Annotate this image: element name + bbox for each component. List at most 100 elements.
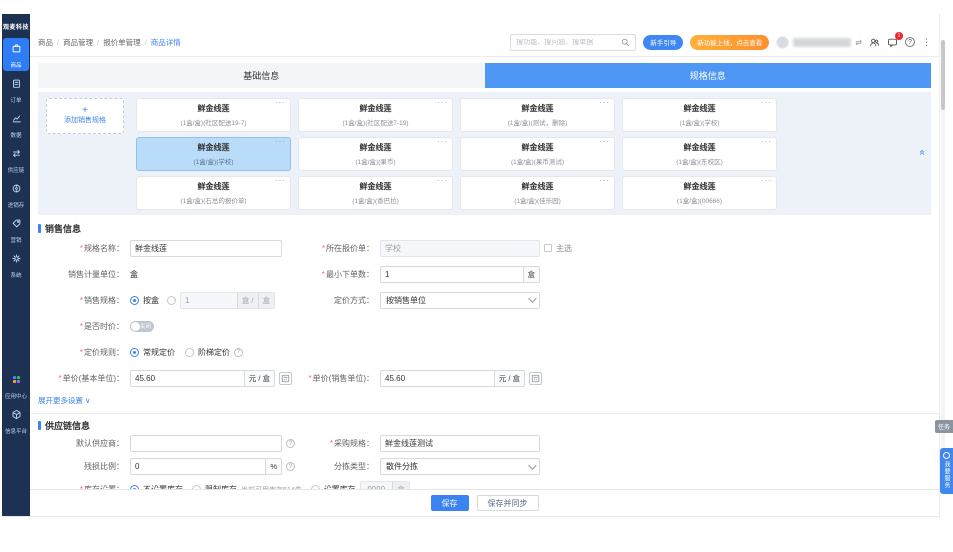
pricing-method-label: 定价方式： xyxy=(308,295,380,306)
spec-card[interactable]: ···鲜金线莲(1盒/盒)(佳乐园) xyxy=(460,176,615,210)
sidebar-item-info-platform[interactable]: 信息平台 xyxy=(3,404,29,437)
sidebar-item-data[interactable]: 数据 xyxy=(3,108,29,141)
card-more-icon[interactable]: ··· xyxy=(275,138,286,146)
search-input[interactable] xyxy=(516,39,621,46)
breadcrumb-goods-detail: 商品详情 xyxy=(141,37,181,48)
spec-card[interactable]: ···鲜金线莲(1盒/盒)(00666) xyxy=(622,176,777,210)
spec-card[interactable]: ···鲜金线莲(1盒/盒)(学校) xyxy=(622,98,777,132)
card-more-icon[interactable]: ··· xyxy=(761,177,772,185)
promo-button[interactable]: 新功能上线，点击查看 xyxy=(690,35,769,50)
card-more-icon[interactable]: ··· xyxy=(599,138,610,146)
form-row: 定价规则： 常规定价 阶梯定价 ? xyxy=(30,339,939,365)
spec-card[interactable]: ···鲜金线莲(1盒/盒)(果币测试) xyxy=(460,137,615,171)
card-more-icon[interactable]: ··· xyxy=(275,177,286,185)
spec-card[interactable]: ···鲜金线莲(1盒/盒)(测试，删除) xyxy=(460,98,615,132)
search-icon xyxy=(621,38,630,47)
card-more-icon[interactable]: ··· xyxy=(761,138,772,146)
price-rule-radio-tiered[interactable] xyxy=(185,348,194,357)
form-row: 规格名称： 所在报价单： 主选 xyxy=(30,235,939,261)
messages-icon[interactable]: 1 xyxy=(887,37,898,48)
tab-spec-info[interactable]: 规格信息 xyxy=(485,63,932,88)
pricing-method-select[interactable]: 按销售单位 xyxy=(380,292,540,309)
sidebar-item-goods[interactable]: 商品 xyxy=(3,38,29,71)
sale-price-input[interactable] xyxy=(381,371,494,386)
spec-card[interactable]: ···鲜金线莲(1盒/盒)(社区配送7-19) xyxy=(298,98,453,132)
quote-label: 所在报价单： xyxy=(308,243,380,254)
card-more-icon[interactable]: ··· xyxy=(275,99,286,107)
card-more-icon[interactable]: ··· xyxy=(437,99,448,107)
spec-name-input[interactable] xyxy=(131,241,281,256)
avatar[interactable] xyxy=(776,36,789,49)
user-account[interactable]: ⇄ xyxy=(776,36,862,49)
main-select-checkbox[interactable] xyxy=(544,244,552,252)
base-price-label: 单价(基本单位)： xyxy=(38,373,130,384)
breadcrumb-goods-mgmt[interactable]: 商品管理 xyxy=(53,37,93,48)
calculator-icon[interactable] xyxy=(529,372,542,385)
base-price-input[interactable] xyxy=(131,371,244,386)
collapse-panel-icon[interactable]: « xyxy=(917,150,928,156)
user-name-redacted xyxy=(793,38,851,47)
spec-card[interactable]: ···鲜金线莲(1盒/盒)(香巴拉) xyxy=(298,176,453,210)
service-floating-tab[interactable]: 我要服务 xyxy=(940,448,953,494)
spec-name-field xyxy=(130,240,282,257)
card-more-icon[interactable]: ··· xyxy=(437,138,448,146)
card-more-icon[interactable]: ··· xyxy=(761,99,772,107)
save-button[interactable]: 保存 xyxy=(431,495,469,511)
breadcrumb-quote-mgmt[interactable]: 报价单管理 xyxy=(93,37,141,48)
spec-name-label: 规格名称： xyxy=(38,243,130,254)
card-more-icon[interactable]: ··· xyxy=(599,177,610,185)
min-order-input[interactable] xyxy=(381,267,523,282)
spec-card[interactable]: ···鲜金线莲(1盒/盒)(东校区) xyxy=(622,137,777,171)
tiered-help-icon[interactable]: ? xyxy=(234,348,243,357)
sidebar-item-marketing[interactable]: 营销 xyxy=(3,213,29,246)
task-floating-tab[interactable]: 任务 xyxy=(935,420,953,433)
sidebar-item-system[interactable]: 系统 xyxy=(3,248,29,281)
scrollbar-thumb[interactable] xyxy=(941,40,945,110)
card-more-icon[interactable]: ··· xyxy=(599,99,610,107)
spec-card[interactable]: ···鲜金线莲(1盒/盒)(果币) xyxy=(298,137,453,171)
loss-help-icon[interactable]: ? xyxy=(286,462,295,471)
guide-button[interactable]: 新手引导 xyxy=(643,35,683,50)
sidebar-item-orders[interactable]: 订单 xyxy=(3,73,29,106)
supplier-help-icon[interactable]: ? xyxy=(286,439,295,448)
spec-card-selected[interactable]: ···鲜金线莲(1盒/盒)(学校) xyxy=(136,137,291,171)
supplier-input[interactable] xyxy=(131,436,281,451)
sidebar: 观麦科技 商品 订单 数据 供应链 进销存 营销 系统 xyxy=(2,14,30,516)
sale-price-label: 单价(销售单位)： xyxy=(308,373,380,384)
breadcrumb-goods[interactable]: 商品 xyxy=(38,37,53,48)
contacts-icon[interactable] xyxy=(869,37,880,48)
supply-section: 供应链信息 默认供应商： ? 采购规格： 残损比例： % ? 分拣类型： 散件分… xyxy=(30,413,939,501)
chevron-down-icon: ∨ xyxy=(85,396,91,405)
help-icon[interactable]: ? xyxy=(905,37,915,47)
sorting-type-select[interactable]: 散件分拣 xyxy=(380,458,540,475)
form-row: 默认供应商： ? 采购规格： xyxy=(30,432,939,455)
add-spec-button[interactable]: + 添加销售规格 xyxy=(46,98,124,134)
price-rule-radio-regular[interactable] xyxy=(130,348,139,357)
card-more-icon[interactable]: ··· xyxy=(437,177,448,185)
loss-ratio-input[interactable] xyxy=(131,459,265,474)
calculator-icon[interactable] xyxy=(279,372,292,385)
form-row: 是否时价： 关闭 xyxy=(30,313,939,339)
spec-card[interactable]: ···鲜金线莲(1盒/盒)(石总的报价单) xyxy=(136,176,291,210)
purchase-spec-input[interactable] xyxy=(381,436,539,451)
expand-more-link[interactable]: 展开更多设置 ∨ xyxy=(38,393,939,407)
save-sync-button[interactable]: 保存并同步 xyxy=(477,495,539,511)
switch-account-icon[interactable]: ⇄ xyxy=(855,38,862,47)
sidebar-item-supply-chain[interactable]: 供应链 xyxy=(3,143,29,176)
sidebar-item-inventory[interactable]: 进销存 xyxy=(3,178,29,211)
form-row: 销售规格： 按盒 盒 /盒 定价方式： 按销售单位 xyxy=(30,287,939,313)
chart-icon xyxy=(11,111,22,129)
sale-spec-custom-input xyxy=(181,293,237,308)
purchase-spec-field xyxy=(380,435,540,452)
price-rule-label: 定价规则： xyxy=(38,347,130,358)
order-icon xyxy=(11,76,22,94)
sale-spec-radio-custom[interactable] xyxy=(167,296,176,305)
quote-input xyxy=(381,241,539,256)
spec-card[interactable]: ···鲜金线莲(1盒/盒)(社区配送19-7) xyxy=(136,98,291,132)
time-price-label: 是否时价： xyxy=(38,321,130,332)
time-price-toggle[interactable]: 关闭 xyxy=(130,321,154,332)
sale-spec-radio-by-box[interactable] xyxy=(130,296,139,305)
tab-basic-info[interactable]: 基础信息 xyxy=(38,63,485,88)
more-menu-icon[interactable]: ⋮ xyxy=(922,37,931,48)
sidebar-item-app-center[interactable]: 应用中心 xyxy=(3,369,29,402)
